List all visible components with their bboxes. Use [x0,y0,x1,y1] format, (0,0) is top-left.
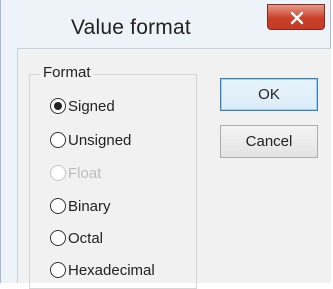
close-icon [290,11,304,25]
radio-button-binary[interactable] [50,198,66,214]
radio-button-octal[interactable] [50,230,66,246]
radio-hexadecimal[interactable]: Hexadecimal [50,260,155,280]
ok-button[interactable]: OK [220,78,318,111]
radio-label-float: Float [68,164,102,182]
radio-unsigned[interactable]: Unsigned [50,130,131,150]
radio-float: Float [50,163,101,183]
radio-button-float [50,165,66,181]
radio-label-binary[interactable]: Binary [68,198,111,215]
radio-selected-dot [54,102,62,110]
radio-label-unsigned[interactable]: Unsigned [68,132,131,149]
format-group-label: Format [40,64,94,81]
radio-button-signed[interactable] [50,98,66,114]
radio-button-hexadecimal[interactable] [50,262,66,278]
radio-button-unsigned[interactable] [50,132,66,148]
radio-binary[interactable]: Binary [50,196,111,216]
radio-label-signed[interactable]: Signed [68,98,115,115]
radio-signed[interactable]: Signed [50,96,115,116]
radio-label-octal[interactable]: Octal [68,230,103,247]
close-button[interactable] [267,4,325,30]
cancel-button[interactable]: Cancel [220,125,318,158]
radio-label-hexadecimal[interactable]: Hexadecimal [68,262,155,279]
dialog-title: Value format [71,16,191,39]
radio-octal[interactable]: Octal [50,228,103,248]
